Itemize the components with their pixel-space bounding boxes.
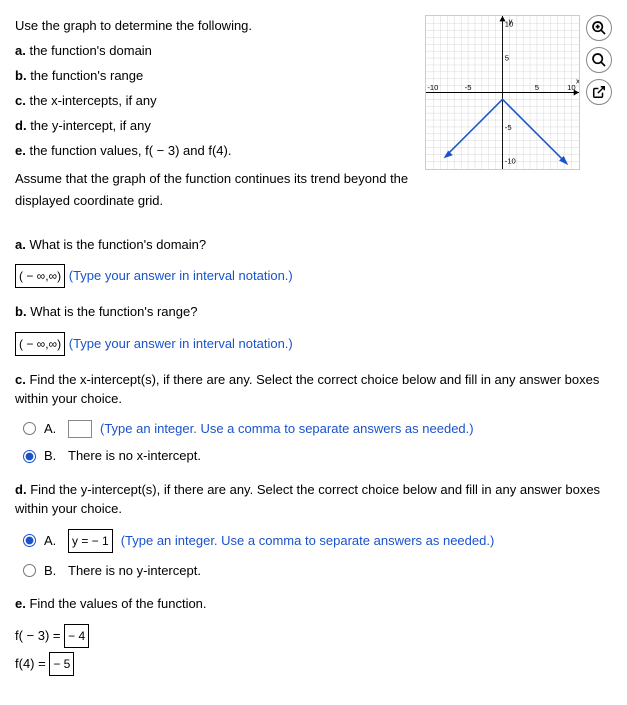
domain-hint: (Type your answer in interval notation.) [69, 268, 293, 283]
f-4-answer[interactable]: − 5 [49, 652, 74, 676]
q-c-prompt: Find the x-intercept(s), if there are an… [15, 372, 599, 407]
qd-a-answer-box[interactable]: y = − 1 [68, 529, 113, 553]
external-link-icon [592, 85, 606, 99]
qd-a-hint: (Type an integer. Use a comma to separat… [121, 531, 495, 551]
qc-b-text: There is no x-intercept. [68, 446, 201, 466]
qd-choice-a-radio[interactable] [23, 534, 36, 547]
qc-a-input[interactable] [68, 420, 92, 438]
svg-text:-10: -10 [505, 157, 516, 166]
domain-answer-box[interactable]: ( − ∞,∞) [15, 264, 65, 288]
choice-letter: A. [44, 531, 60, 551]
q-e-prompt: Find the values of the function. [29, 596, 206, 611]
q-a-prompt: What is the function's domain? [29, 237, 206, 252]
qd-choice-b-radio[interactable] [23, 564, 36, 577]
svg-text:-5: -5 [465, 83, 472, 92]
f-4-lhs: f(4) = [15, 656, 49, 671]
qc-choice-b-radio[interactable] [23, 450, 36, 463]
svg-text:5: 5 [505, 53, 509, 62]
svg-text:10: 10 [567, 83, 575, 92]
function-graph[interactable]: -10 -5 5 10 10 5 -5 -10 x y [425, 15, 580, 170]
qc-choice-a-radio[interactable] [23, 422, 36, 435]
magnify-plus-icon [591, 20, 607, 36]
svg-text:-10: -10 [427, 83, 438, 92]
question-d: d. Find the y-intercept(s), if there are… [15, 480, 612, 581]
qd-b-text: There is no y-intercept. [68, 561, 201, 581]
svg-text:5: 5 [535, 83, 539, 92]
f-minus3-answer[interactable]: − 4 [64, 624, 89, 648]
intro-c: c. the x-intercepts, if any [15, 90, 410, 112]
intro-b: b. the function's range [15, 65, 410, 87]
range-hint: (Type your answer in interval notation.) [69, 336, 293, 351]
qc-a-hint: (Type an integer. Use a comma to separat… [100, 419, 474, 439]
q-b-prompt: What is the function's range? [30, 304, 197, 319]
intro-d: d. the y-intercept, if any [15, 115, 410, 137]
choice-letter: B. [44, 561, 60, 581]
svg-text:x: x [576, 76, 579, 85]
svg-text:y: y [509, 17, 513, 26]
question-a: a. What is the function's domain? ( − ∞,… [15, 235, 612, 289]
intro-header: Use the graph to determine the following… [15, 15, 410, 37]
question-e: e. Find the values of the function. f( −… [15, 594, 612, 676]
svg-text:-5: -5 [505, 123, 512, 132]
zoom-out-button[interactable] [586, 47, 612, 73]
magnify-icon [591, 52, 607, 68]
range-answer-box[interactable]: ( − ∞,∞) [15, 332, 65, 356]
choice-letter: B. [44, 446, 60, 466]
q-d-prompt: Find the y-intercept(s), if there are an… [15, 482, 600, 517]
choice-letter: A. [44, 419, 60, 439]
question-c: c. Find the x-intercept(s), if there are… [15, 370, 612, 466]
intro-e: e. the function values, f( − 3) and f(4)… [15, 140, 410, 162]
problem-statement: Use the graph to determine the following… [15, 15, 410, 215]
popout-button[interactable] [586, 79, 612, 105]
intro-a: a. the function's domain [15, 40, 410, 62]
f-minus3-lhs: f( − 3) = [15, 628, 64, 643]
intro-footer: Assume that the graph of the function co… [15, 168, 410, 212]
zoom-in-button[interactable] [586, 15, 612, 41]
question-b: b. What is the function's range? ( − ∞,∞… [15, 302, 612, 356]
